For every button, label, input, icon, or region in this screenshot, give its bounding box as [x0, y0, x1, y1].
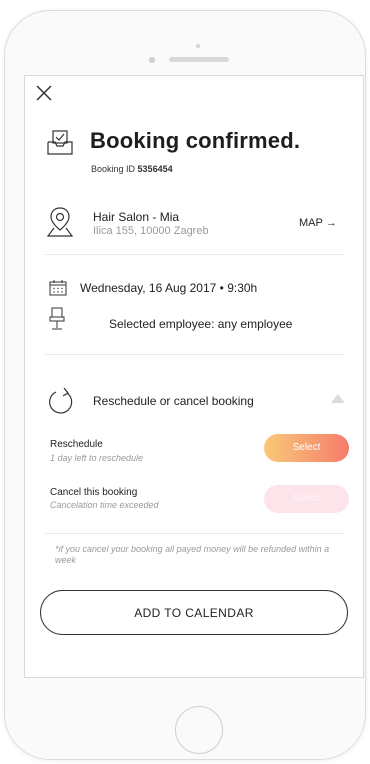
page-title: Booking confirmed. [90, 128, 301, 153]
home-button[interactable] [175, 706, 223, 754]
add-to-calendar-button[interactable]: ADD TO CALENDAR [40, 590, 348, 635]
front-camera [196, 44, 200, 48]
manage-booking-title[interactable]: Reschedule or cancel booking [93, 394, 254, 408]
map-link[interactable]: MAP → [299, 217, 337, 229]
cancel-select-button: Select [264, 485, 349, 513]
selected-employee: Selected employee: any employee [109, 317, 293, 331]
reschedule-label: Reschedule [50, 439, 103, 450]
salon-name: Hair Salon - Mia [93, 210, 180, 224]
cancel-label: Cancel this booking [50, 487, 138, 498]
tray-check-icon [47, 130, 73, 155]
booking-id-label: Booking ID [91, 164, 136, 174]
chair-icon [49, 307, 65, 330]
close-icon[interactable] [35, 84, 53, 102]
cancel-sub: Cancelation time exceeded [50, 500, 159, 510]
booking-confirmation-screen: Booking confirmed. Booking ID 5356454 Ha… [24, 75, 364, 678]
divider [45, 254, 345, 255]
refresh-icon [49, 387, 73, 414]
divider [45, 533, 345, 534]
appointment-datetime: Wednesday, 16 Aug 2017 • 9:30h [80, 281, 258, 295]
refund-note: *if you cancel your booking all payed mo… [55, 544, 330, 565]
earpiece-speaker [169, 57, 229, 62]
proximity-sensor [149, 57, 155, 63]
booking-id-value: 5356454 [137, 164, 173, 174]
salon-address: Ilica 155, 10000 Zagreb [93, 225, 209, 237]
reschedule-select-button[interactable]: Select [264, 434, 349, 462]
divider [45, 354, 345, 355]
triangle-up-icon[interactable] [331, 394, 345, 403]
calendar-icon [49, 280, 67, 296]
booking-id: Booking ID 5356454 [91, 164, 173, 174]
reschedule-sub: 1 day left to reschedule [50, 453, 144, 463]
location-pin-icon [47, 207, 73, 237]
